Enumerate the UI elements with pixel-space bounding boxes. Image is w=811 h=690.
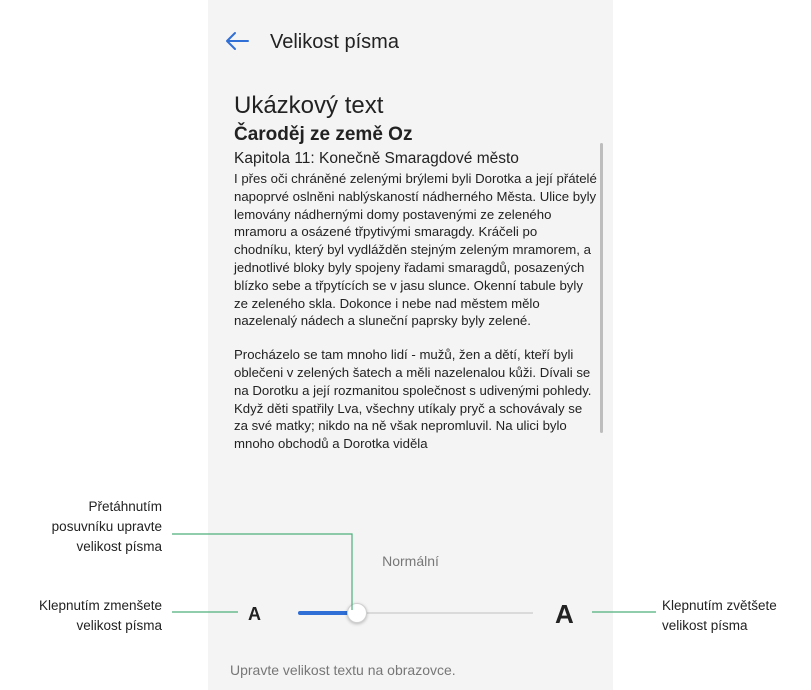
leader-drag-slider xyxy=(172,533,353,610)
callout-leader-lines xyxy=(172,533,656,613)
